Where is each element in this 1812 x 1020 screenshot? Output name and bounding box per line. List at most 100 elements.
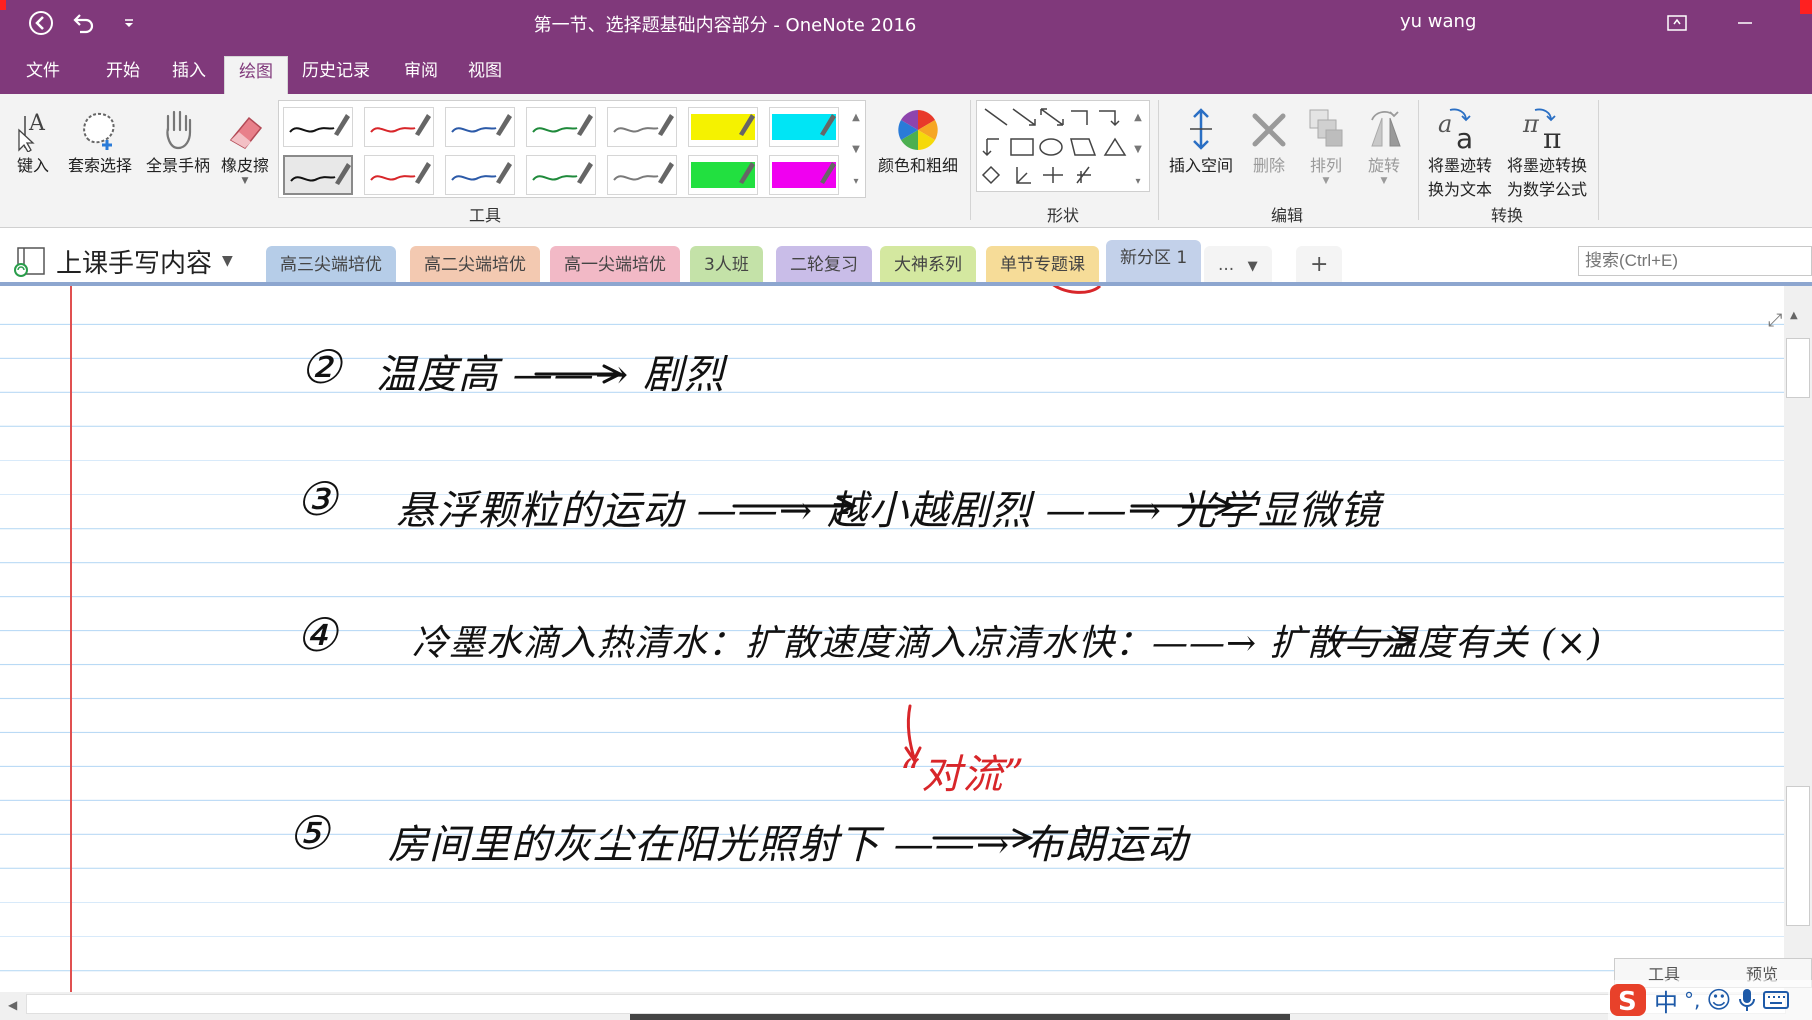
pen-swatch[interactable] — [688, 107, 758, 147]
panning-hand-button[interactable]: 全景手柄 — [140, 98, 216, 176]
more-sections-dropdown-icon: ▼ — [1247, 259, 1258, 274]
shapes-group-label: 形状 — [1046, 206, 1079, 225]
ime-language[interactable]: 中 — [1654, 983, 1678, 1018]
keyboard-icon[interactable] — [1763, 990, 1790, 1010]
tab-draw[interactable]: 绘图 — [224, 56, 288, 94]
convert-group-label: 转换 — [1490, 206, 1523, 225]
shapes-more-icon[interactable]: ▾ — [1130, 166, 1146, 196]
pen-swatch[interactable] — [364, 107, 434, 147]
microphone-icon[interactable] — [1737, 987, 1757, 1013]
gallery-scroll-up-icon[interactable]: ▲ — [848, 102, 864, 132]
pen-swatch[interactable] — [607, 155, 677, 195]
pen-swatch[interactable] — [769, 107, 839, 147]
pen-swatch[interactable] — [526, 107, 596, 147]
sogou-logo-icon[interactable]: S — [1608, 982, 1648, 1018]
gallery-more-icon[interactable]: ▾ — [848, 166, 864, 196]
vertical-scroll-thumb[interactable] — [1786, 338, 1810, 398]
shapes-scroll-up-icon[interactable]: ▲ — [1130, 102, 1146, 132]
pen-swatch[interactable] — [607, 107, 677, 147]
pen-swatch[interactable] — [283, 155, 353, 195]
lasso-select-button[interactable]: 套索选择 — [62, 98, 138, 176]
page-canvas[interactable]: ② 温度高 ——→ 剧烈 ③ 悬浮颗粒的运动 ——→ 越小越剧烈 ——→ 光学显… — [0, 286, 1784, 992]
section-tab[interactable]: 单节专题课 — [986, 246, 1099, 284]
shapes-scroll-down-icon[interactable]: ▼ — [1130, 134, 1146, 164]
rotate-label: 旋转 — [1367, 156, 1400, 175]
section-tab[interactable]: 新分区 1 — [1106, 240, 1202, 284]
pen-swatch[interactable] — [445, 155, 515, 195]
horizontal-scrollbar[interactable]: ◀ — [0, 992, 1812, 1020]
ribbon-separator — [1158, 100, 1159, 220]
pen-icon — [451, 114, 512, 136]
delete-button[interactable]: 删除 — [1242, 98, 1296, 176]
svg-text:A: A — [28, 111, 46, 136]
shapes-icons[interactable] — [977, 101, 1151, 193]
user-name[interactable]: yu wang — [1400, 11, 1476, 32]
pen-swatch[interactable] — [283, 107, 353, 147]
tab-file[interactable]: 文件 — [12, 56, 74, 94]
more-sections-label: ... — [1218, 255, 1235, 275]
pen-swatch[interactable] — [445, 107, 515, 147]
draw-ribbon: A 键入 套索选择 全景手柄 橡皮擦 ▼ ▲ ▼ ▾ 颜色和粗细 工具 ▲ ▼ … — [0, 94, 1812, 228]
ink-to-text-label-1: 将墨迹转 — [1427, 156, 1492, 175]
rotate-button[interactable]: 旋转 ▼ — [1356, 98, 1412, 186]
section-tab[interactable]: 二轮复习 — [776, 246, 872, 284]
tab-review[interactable]: 审阅 — [390, 56, 452, 94]
title-bar: 第一节、选择题基础内容部分 - OneNote 2016 yu wang — [0, 0, 1812, 46]
tab-home[interactable]: 开始 — [92, 56, 154, 94]
section-tab[interactable]: 高三尖端培优 — [266, 246, 396, 284]
arrange-dropdown-icon[interactable]: ▼ — [1298, 176, 1354, 186]
ink-to-math-button[interactable]: ππ 将墨迹转换 为数学公式 — [1500, 98, 1594, 200]
ribbon-separator — [1598, 100, 1599, 220]
tab-history[interactable]: 历史记录 — [288, 56, 384, 94]
ink-to-text-button[interactable]: aa 将墨迹转 换为文本 — [1420, 98, 1500, 200]
expand-page-icon[interactable]: ⤢ — [1768, 310, 1782, 331]
notebook-selector[interactable]: 上课手写内容 ▼ — [12, 244, 233, 279]
pen-icon — [370, 114, 431, 136]
pen-swatch[interactable] — [526, 155, 596, 195]
delete-label: 删除 — [1252, 156, 1285, 175]
section-tab[interactable]: 大神系列 — [880, 246, 976, 284]
pen-swatch[interactable] — [769, 155, 839, 195]
gallery-scroll-down-icon[interactable]: ▼ — [848, 134, 864, 164]
type-label: 键入 — [16, 156, 49, 175]
color-and-thickness-button[interactable]: 颜色和粗细 — [870, 98, 966, 176]
note-line-5-number: ⑤ — [288, 806, 331, 860]
section-tab[interactable]: 3人班 — [690, 246, 763, 284]
pen-swatch[interactable] — [688, 155, 758, 195]
scroll-up-icon[interactable]: ▲ — [1790, 310, 1798, 321]
notebook-name: 上课手写内容 — [56, 248, 213, 279]
ribbon-separator — [1418, 100, 1419, 220]
scroll-left-icon[interactable]: ◀ — [8, 998, 17, 1012]
emoji-icon[interactable]: ☺ — [1706, 986, 1731, 1014]
section-tab[interactable]: 高一尖端培优 — [550, 246, 680, 284]
ime-punctuation[interactable]: °, — [1684, 988, 1700, 1012]
eraser-button[interactable]: 橡皮擦 ▼ — [216, 98, 274, 186]
minimize-icon[interactable] — [1728, 8, 1762, 38]
rotate-icon — [1356, 98, 1412, 152]
horizontal-scroll-thumb[interactable] — [630, 1014, 1290, 1020]
more-sections-button[interactable]: ... ▼ — [1204, 246, 1272, 284]
notebook-dropdown-icon[interactable]: ▼ — [222, 253, 233, 269]
tab-insert[interactable]: 插入 — [158, 56, 220, 94]
add-section-button[interactable]: + — [1296, 246, 1343, 284]
pen-swatch[interactable] — [364, 155, 434, 195]
vertical-scrollbar[interactable]: ▲ — [1784, 286, 1812, 992]
section-tab[interactable]: 高二尖端培优 — [410, 246, 540, 284]
arrange-icon — [1298, 98, 1354, 152]
note-line-2-number: ② — [300, 340, 343, 394]
eraser-label: 橡皮擦 — [220, 156, 269, 175]
ime-toolbar: S 中 °, ☺ — [1608, 980, 1812, 1020]
type-button[interactable]: A 键入 — [8, 98, 58, 176]
search-input[interactable] — [1578, 246, 1812, 276]
vertical-scroll-thumb-lower[interactable] — [1786, 786, 1810, 926]
lasso-label: 套索选择 — [67, 156, 132, 175]
arrange-button[interactable]: 排列 ▼ — [1298, 98, 1354, 186]
pen-icon — [290, 163, 351, 185]
eraser-dropdown-icon[interactable]: ▼ — [216, 176, 274, 186]
tab-view[interactable]: 视图 — [454, 56, 516, 94]
ribbon-display-options-icon[interactable] — [1660, 8, 1694, 38]
annotation-fragment — [1052, 286, 1102, 294]
rotate-dropdown-icon[interactable]: ▼ — [1356, 176, 1412, 186]
svg-text:S: S — [1618, 987, 1637, 1017]
insert-space-button[interactable]: 插入空间 — [1162, 98, 1240, 176]
